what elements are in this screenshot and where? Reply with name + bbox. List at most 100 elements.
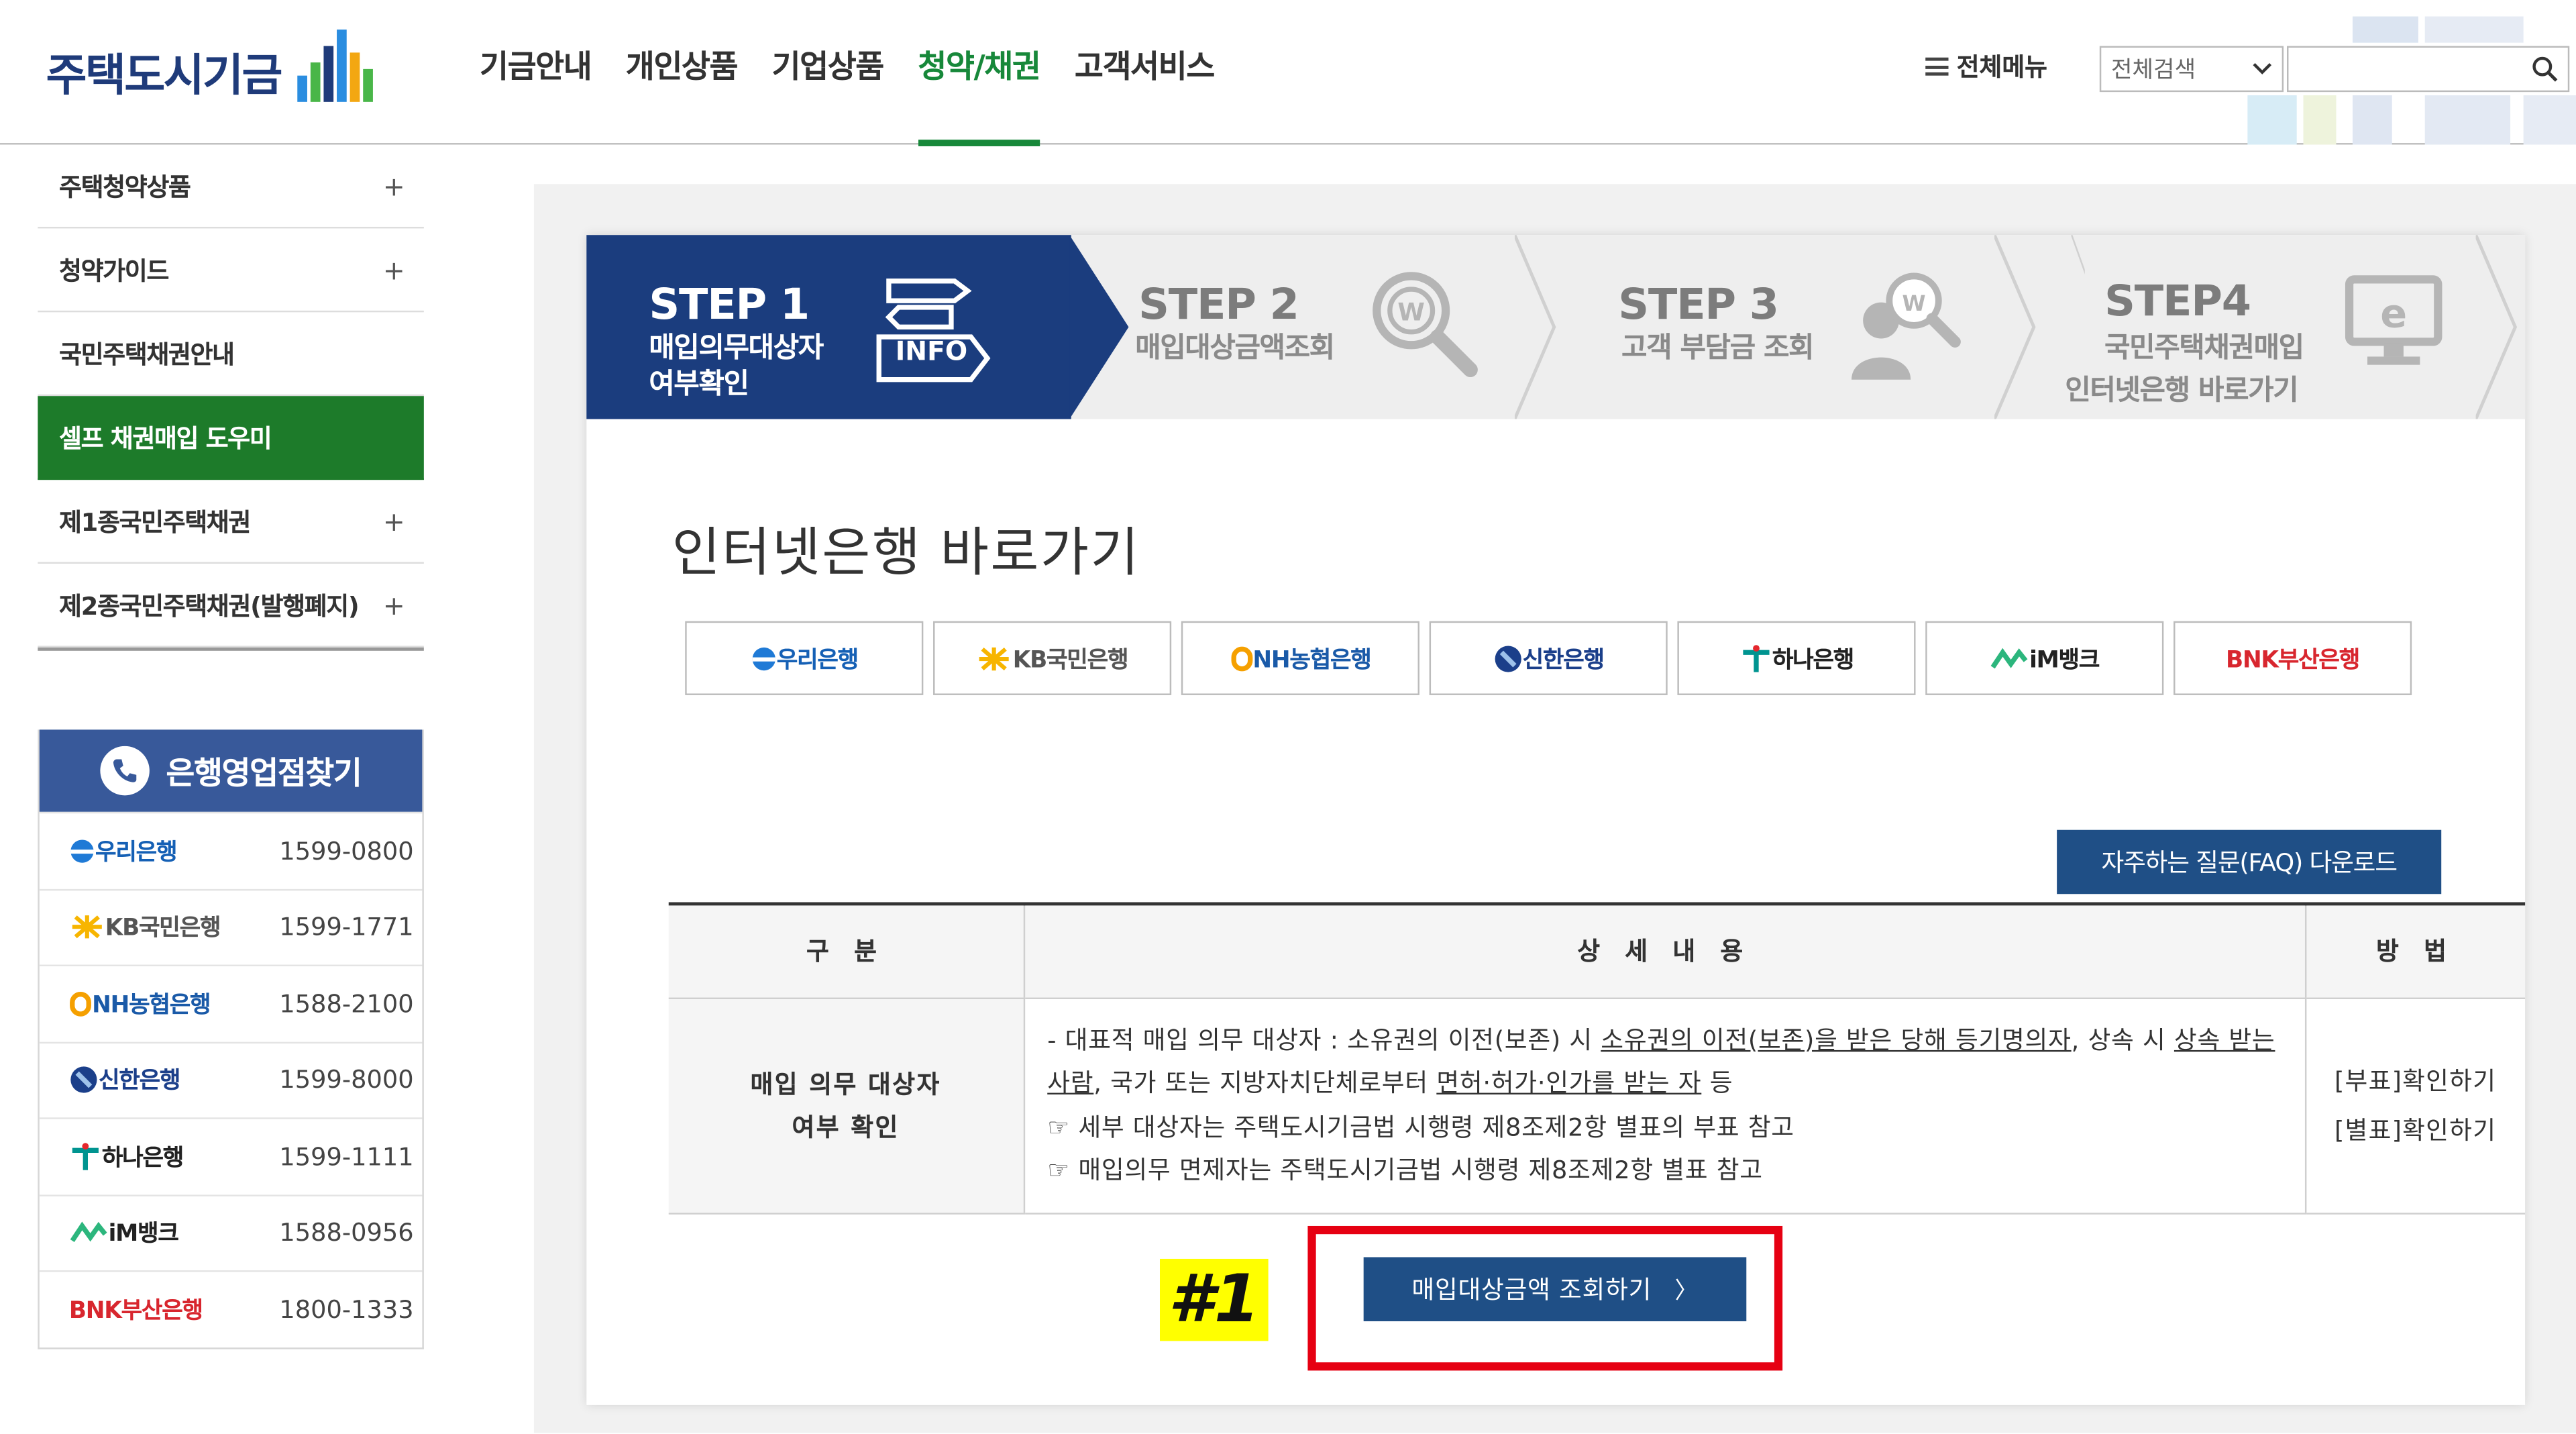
- detail-note: ☞ 매입의무 면제자는 주택도시기금법 시행령 제8조제2항 별표 참고: [1047, 1155, 1763, 1185]
- column-header: 구 분: [668, 903, 1024, 998]
- bank-name: 우리은행: [95, 839, 178, 866]
- step-separator: [2475, 235, 2518, 419]
- annex-table-link[interactable]: [별표]확인하기: [2306, 1105, 2525, 1154]
- branch-row-nh[interactable]: NH농협은행 1588-2100: [39, 964, 423, 1041]
- step-1-sub2: 여부확인: [649, 368, 749, 401]
- nav-fund-info[interactable]: 기금안내: [480, 0, 592, 145]
- bank-name: 신한은행: [98, 1068, 181, 1095]
- nh-bank-button[interactable]: NH농협은행: [1181, 621, 1419, 695]
- sidebar-item-housing-subscription[interactable]: 주택청약상품 +: [38, 145, 424, 229]
- all-menu-label: 전체메뉴: [1956, 52, 2047, 83]
- logo-text: 주택도시기금: [46, 50, 283, 101]
- hana-logo-icon: [72, 1142, 99, 1170]
- nh-logo-icon: [70, 991, 91, 1017]
- hana-logo-icon: [1742, 644, 1769, 672]
- hamburger-icon: [1925, 57, 1949, 76]
- sidebar-item-label: 셀프 채권매입 도우미: [59, 423, 272, 453]
- branch-finder-title: 은행영업점찾기: [166, 755, 362, 792]
- search-input[interactable]: [2287, 46, 2570, 93]
- branch-finder-header[interactable]: 은행영업점찾기: [39, 729, 423, 812]
- info-table: 구 분 상 세 내 용 방 법 매입 의무 대상자 여부 확인 - 대표적 매입…: [668, 902, 2526, 1214]
- step-4-sub1: 국민주택채권매입: [2104, 331, 2304, 365]
- bank-button-label: BNK부산은행: [2226, 646, 2360, 673]
- phone-icon: [100, 746, 150, 796]
- logo-mark-icon: [294, 30, 379, 109]
- nav-customer-service[interactable]: 고객서비스: [1075, 0, 1215, 145]
- sidebar-item-subscription-guide[interactable]: 청약가이드 +: [38, 228, 424, 313]
- bank-name: BNK부산은행: [68, 1298, 203, 1325]
- branch-row-hana[interactable]: 하나은행 1599-1111: [39, 1117, 423, 1194]
- bank-button-label: iM뱅크: [2029, 646, 2100, 673]
- shinhan-bank-button[interactable]: 신한은행: [1429, 621, 1668, 695]
- column-header: 방 법: [2304, 903, 2526, 998]
- branch-row-bnk[interactable]: BNK부산은행 1800-1333: [39, 1270, 423, 1347]
- kb-bank-button[interactable]: KB국민은행: [933, 621, 1172, 695]
- step-3-sub1: 고객 부담금 조회: [1621, 331, 1814, 365]
- woori-logo-icon: [70, 839, 94, 863]
- page-title: 인터넷은행 바로가기: [672, 521, 1140, 584]
- bank-button-label: 우리은행: [776, 646, 859, 673]
- nav-subscription-bonds[interactable]: 청약/채권: [918, 0, 1041, 146]
- bnk-bank-button[interactable]: BNK부산은행: [2174, 621, 2412, 695]
- step-2-sub1: 매입대상금액조회: [1135, 331, 1335, 365]
- detail-emphasis: 면허·허가·인가를 받는 자: [1436, 1068, 1702, 1098]
- won-magnifier-icon: W: [1373, 272, 1478, 378]
- highlight-box: [1307, 1225, 1783, 1371]
- category-line: 매입 의무 대상자: [750, 1069, 941, 1099]
- nav-corporate-products[interactable]: 기업상품: [772, 0, 885, 145]
- branch-row-kb[interactable]: KB국민은행 1599-1771: [39, 888, 423, 965]
- branch-row-woori[interactable]: 우리은행 1599-0800: [39, 811, 423, 888]
- detail-emphasis: 소유권의 이전(보존)을 받은 당해 등기명의자: [1601, 1024, 2072, 1055]
- nh-bank-logo: NH농협은행: [69, 987, 279, 1020]
- detail-text: , 상속 시: [2071, 1024, 2174, 1055]
- bnk-bank-logo: BNK부산은행: [69, 1293, 279, 1326]
- sidebar-item-label: 국민주택채권안내: [59, 339, 235, 369]
- monitor-icon: e: [2345, 275, 2443, 365]
- branch-row-im[interactable]: iM뱅크 1588-0956: [39, 1194, 423, 1270]
- bank-phone: 1599-8000: [279, 1065, 414, 1095]
- expand-icon: +: [382, 505, 405, 537]
- sidebar-item-label: 청약가이드: [59, 255, 169, 285]
- im-logo-icon: [1991, 647, 2029, 668]
- sidebar-item-self-bond-helper[interactable]: 셀프 채권매입 도우미: [38, 396, 424, 480]
- step-marker-label: #1: [1159, 1258, 1269, 1341]
- sidebar-item-bond-type2[interactable]: 제2종국민주택채권(발행폐지) +: [38, 564, 424, 648]
- faq-download-button[interactable]: 자주하는 질문(FAQ) 다운로드: [2057, 829, 2442, 894]
- bank-name: KB국민은행: [105, 915, 221, 942]
- im-bank-button[interactable]: iM뱅크: [1925, 621, 2164, 695]
- info-badge: INFO: [895, 335, 968, 367]
- svg-text:W: W: [1397, 298, 1425, 327]
- bank-phone: 1599-1111: [279, 1141, 414, 1172]
- woori-bank-button[interactable]: 우리은행: [685, 621, 924, 695]
- appendix-table-link[interactable]: [부표]확인하기: [2306, 1056, 2525, 1105]
- step-separator: [1514, 235, 1556, 419]
- internet-bank-buttons: 우리은행 KB국민은행 NH농협은행 신한은행 하나은행 iM뱅크 BNK부산은…: [685, 621, 2422, 695]
- hana-bank-button[interactable]: 하나은행: [1677, 621, 1916, 695]
- nh-logo-icon: [1230, 646, 1252, 671]
- step-2-title: STEP 2: [1138, 280, 1299, 331]
- step-1-title: STEP 1: [649, 280, 810, 331]
- sidebar-item-label: 제2종국민주택채권(발행폐지): [59, 591, 360, 621]
- all-menu-button[interactable]: 전체메뉴: [1925, 49, 2047, 83]
- woori-logo-icon: [751, 646, 775, 670]
- shinhan-logo-icon: [70, 1067, 97, 1094]
- search-icon[interactable]: [2532, 56, 2558, 82]
- svg-text:e: e: [2380, 290, 2407, 336]
- sidebar-item-bond-info[interactable]: 국민주택채권안내: [38, 312, 424, 397]
- bank-name: 하나은행: [101, 1145, 184, 1172]
- sidebar-item-bond-type1[interactable]: 제1종국민주택채권 +: [38, 480, 424, 564]
- site-logo[interactable]: 주택도시기금: [46, 30, 380, 109]
- sidebar-divider: [38, 647, 424, 651]
- customer-search-icon: W: [1851, 272, 1961, 380]
- bank-button-label: 신한은행: [1522, 646, 1605, 673]
- bank-phone: 1588-0956: [279, 1218, 414, 1248]
- table-header-row: 구 분 상 세 내 용 방 법: [668, 903, 2526, 998]
- svg-text:W: W: [1902, 291, 1926, 316]
- column-header: 상 세 내 용: [1022, 903, 2305, 998]
- main-nav: 기금안내 개인상품 기업상품 청약/채권 고객서비스: [480, 0, 1248, 146]
- branch-row-shinhan[interactable]: 신한은행 1599-8000: [39, 1041, 423, 1117]
- sidebar-item-label: 주택청약상품: [59, 171, 191, 202]
- shinhan-bank-logo: 신한은행: [69, 1064, 279, 1096]
- nav-personal-products[interactable]: 개인상품: [626, 0, 739, 145]
- bank-phone: 1588-2100: [279, 988, 414, 1019]
